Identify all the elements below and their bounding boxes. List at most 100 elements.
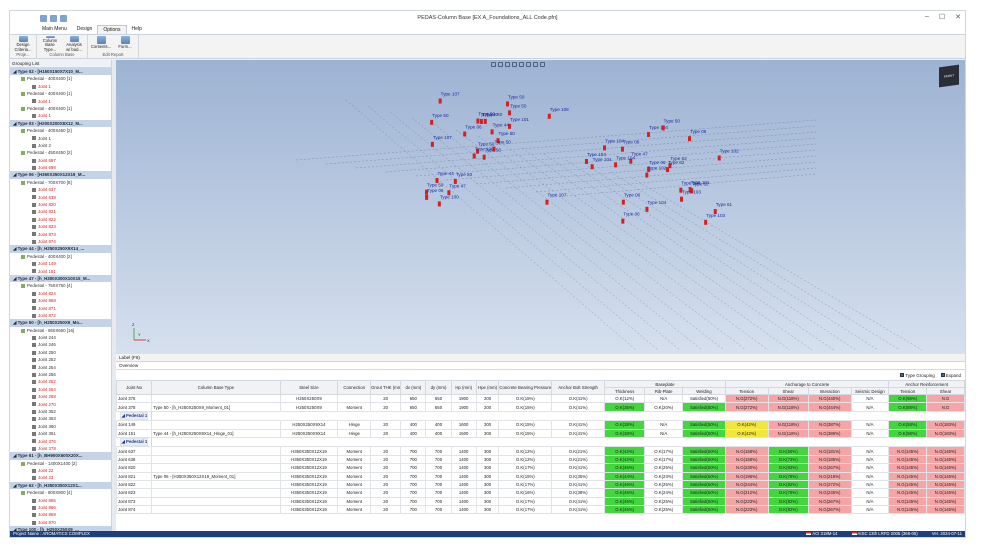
table-row[interactable]: Joint 378 Type 50 - [h_H250X250X9_Moment_… <box>115 402 965 412</box>
tree-item-joint[interactable]: Joint 820 <box>10 201 111 208</box>
tree-item-joint[interactable]: Joint 256 <box>10 371 111 378</box>
tree-item-joint[interactable]: Joint 262 <box>10 378 111 385</box>
tree-item-type[interactable]: ◢ Type 47 - [h_H300X300X10X15_M... <box>10 274 111 283</box>
menu-design[interactable]: Design <box>72 25 98 34</box>
column-header[interactable]: Rib-Plate <box>644 387 684 395</box>
tree-item-joint[interactable]: Joint 870 <box>10 519 111 526</box>
column-header[interactable]: Tension <box>888 387 928 395</box>
tree-item-joint[interactable]: Joint 270 <box>10 401 111 408</box>
column-header[interactable]: Shear <box>767 387 809 395</box>
column-header[interactable]: Joint No <box>115 380 153 395</box>
ribbon-button[interactable]: Design Criteria... <box>13 35 33 52</box>
tree-item-joint[interactable]: Joint 353 <box>10 415 111 422</box>
column-header[interactable]: Seismic Design <box>850 387 890 395</box>
tree-item-joint[interactable]: Joint 1 <box>10 98 111 105</box>
tree-item-joint[interactable]: Joint 872 <box>10 312 111 319</box>
tree-item-joint[interactable]: Joint 874 <box>10 238 111 245</box>
tree-item-joint[interactable]: Joint 22 <box>10 467 111 474</box>
column-header[interactable]: Tension <box>724 387 769 395</box>
menu-help[interactable]: Help <box>127 25 147 34</box>
tree-item-joint[interactable]: Joint 638 <box>10 194 111 201</box>
column-header[interactable]: Anchor Bolt Strength <box>551 380 606 395</box>
ribbon-button[interactable]: Analysis w/ bad... <box>64 35 84 52</box>
table-row[interactable]: Joint 874 H350X350X12X19 Moment 20 700 700 140… <box>115 505 965 515</box>
tree-item-type[interactable]: ◢ Type 44 - [h_H250X250X9X14_... <box>10 245 111 253</box>
tree-item-ped[interactable]: Pedestal - 800X800 [4] <box>10 489 111 496</box>
tree-item-type[interactable]: ◢ Type 61 - [h_BH900X600X20X... <box>10 452 111 460</box>
tree-item-joint[interactable]: Joint 1 <box>10 112 111 119</box>
menu-options[interactable]: Options <box>97 25 127 34</box>
tree-item-joint[interactable]: Joint 352 <box>10 408 111 415</box>
group-row[interactable]: ◢ Pedestal 19 [700 x 700 x 1400 ] [ 8 - … <box>117 437 152 447</box>
table-row[interactable]: Joint 638 H350X350X12X19 Moment 20 700 700 140… <box>115 454 965 465</box>
table-row[interactable]: Joint 149 H250X250X9X14 Hinge 20 400 400 1600 3… <box>115 420 965 430</box>
tree-item-joint[interactable]: Joint 871 <box>10 305 111 312</box>
tree-item-joint[interactable]: Joint 149 <box>10 260 111 267</box>
tree-item-joint[interactable]: Joint 869 <box>10 511 111 518</box>
column-header[interactable]: dx (mm) <box>400 380 427 395</box>
tree-item-ped[interactable]: Pedestal - 450X450 [2] <box>10 149 111 156</box>
tree-item-type[interactable]: ◢ Type 50 - [h_H250X250X9_Mo... <box>10 319 111 327</box>
tree-item-type[interactable]: ◢ Type 06 - [H350X350X12X19_M... <box>10 171 111 179</box>
ribbon-button[interactable]: Column Base Type... <box>40 35 60 52</box>
type-grouping-checkbox[interactable]: Type Grouping <box>900 373 935 378</box>
view-cube[interactable]: FRONT <box>939 64 959 88</box>
table-row[interactable]: Joint 823 H350X350X12X19 Moment 20 700 700 140… <box>115 488 965 498</box>
table-row[interactable]: Joint 376 H250X250X9 20 650 650 1900 200 O.K(15… <box>115 393 965 404</box>
viewport-3d[interactable]: Type 50 Type 50 Type 50 Type 50 Type 50 Type … <box>116 60 965 354</box>
column-header[interactable]: Interaction <box>807 387 852 395</box>
tree-item-joint[interactable]: Joint 23 <box>10 474 111 481</box>
tree-item-joint[interactable]: Joint 637 <box>10 186 111 193</box>
tree-item-joint[interactable]: Joint 1 <box>10 135 111 142</box>
tree-item-ped[interactable]: Pedestal - 400X400 [1] <box>10 90 111 97</box>
column-header[interactable]: Welding <box>682 387 726 395</box>
tree-item-joint[interactable]: Joint 873 <box>10 231 111 238</box>
column-header[interactable]: Shear <box>926 387 965 395</box>
column-header[interactable]: Concrete Bearing Pressure <box>498 380 553 395</box>
tree-item-joint[interactable]: Joint 151 <box>10 268 111 275</box>
tree-item-joint[interactable]: Joint 865 <box>10 497 111 504</box>
tree-item-joint[interactable]: Joint 360 <box>10 423 111 430</box>
tree-item-joint[interactable]: Joint 264 <box>10 386 111 393</box>
column-header[interactable]: Thickness <box>604 387 646 395</box>
ribbon-button[interactable]: Contents... <box>91 35 111 52</box>
tree-item-type[interactable]: ◢ Type 02 - [H150X150X7X10_M... <box>10 68 111 76</box>
tree-item-type[interactable]: ◢ Type 03 - [H200X200X8X12_M... <box>10 119 111 128</box>
tree-item-joint[interactable]: Joint 821 <box>10 208 111 215</box>
column-header[interactable]: Steel Size <box>279 380 339 395</box>
tree-item-joint[interactable]: Joint 697 <box>10 157 111 164</box>
table-row[interactable]: Joint 821 Type 06 - [H350X350X12X19_Momen… <box>115 471 965 481</box>
group-row[interactable]: ◢ Pedestal 18 [400 x 400 x 1600 ] [ 2 - … <box>117 411 152 421</box>
tree-item-ped[interactable]: Pedestal - 700X700 [8] <box>10 179 111 186</box>
label-bar[interactable]: Label (F6) <box>116 354 965 362</box>
tree-item-type[interactable]: ◢ Type 62 - [h_H350X350X12X1... <box>10 481 111 490</box>
tree-item-joint[interactable]: Joint 254 <box>10 364 111 371</box>
table-row[interactable]: Joint 873 H350X350X12X19 Moment 20 700 700 140… <box>115 496 965 507</box>
tree-item-joint[interactable]: Joint 252 <box>10 356 111 363</box>
tree-item-ped[interactable]: Pedestal - 400X400 [1] <box>10 105 111 112</box>
tree-item-ped[interactable]: Pedestal - 400X400 [2] <box>10 253 111 260</box>
tree-item-joint[interactable]: Joint 244 <box>10 334 111 341</box>
tree-item-ped[interactable]: Pedestal - 750X750 [4] <box>10 282 111 289</box>
table-row[interactable]: Joint 151 Type 44 - [h_H250X250X9X14_Hing… <box>115 428 965 438</box>
tree-item-joint[interactable]: Joint 824 <box>10 290 111 297</box>
model-scene[interactable]: Type 50Type 50Type 50Type 50Type 50Type … <box>116 60 965 354</box>
tree-item-joint[interactable]: Joint 246 <box>10 341 111 348</box>
tree-item-joint[interactable]: Joint 823 <box>10 223 111 230</box>
tree-item-ped[interactable]: Pedestal - 400X400 [1] <box>10 75 111 82</box>
column-header[interactable]: Hpe (mm) <box>475 380 500 395</box>
table-row[interactable]: Joint 637 H350X350X12X19 Moment 20 700 700 140… <box>115 446 965 456</box>
tree-item-joint[interactable]: Joint 376 <box>10 438 111 445</box>
tree-item-joint[interactable]: Joint 378 <box>10 445 111 452</box>
column-header[interactable]: Hp (mm) <box>450 380 477 395</box>
tree-item-joint[interactable]: Joint 2 <box>10 142 111 149</box>
tree-item-ped[interactable]: Pedestal - 1400X1400 [2] <box>10 460 111 467</box>
menu-main-menu[interactable]: Main Menu <box>37 25 72 34</box>
close-icon[interactable]: ✕ <box>955 13 961 21</box>
tree-item-joint[interactable]: Joint 868 <box>10 297 111 304</box>
column-header[interactable]: Connection <box>337 380 372 395</box>
minimize-icon[interactable]: – <box>925 13 929 21</box>
tree-item-ped[interactable]: Pedestal - 400X450 [2] <box>10 127 111 134</box>
tree-item-joint[interactable]: Joint 1 <box>10 83 111 90</box>
tree-item-joint[interactable]: Joint 698 <box>10 164 111 171</box>
